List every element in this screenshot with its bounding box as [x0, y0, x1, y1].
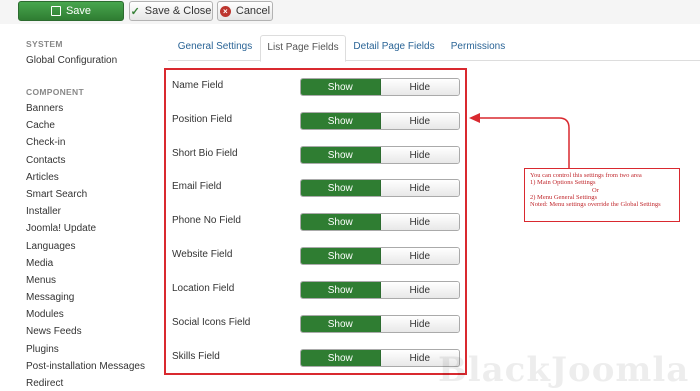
list-page-fields-panel: Name Field Show Hide Position Field Show…: [164, 68, 467, 375]
sidebar-item-check-in[interactable]: Check-in: [26, 137, 145, 154]
sidebar-item-post-installation-messages[interactable]: Post-installation Messages: [26, 361, 145, 378]
hide-option[interactable]: Hide: [380, 214, 459, 230]
sidebar-item-contacts[interactable]: Contacts: [26, 155, 145, 172]
toolbar: Save ✓ Save & Close × Cancel: [0, 0, 700, 24]
show-option[interactable]: Show: [301, 113, 381, 129]
sidebar-item-smart-search[interactable]: Smart Search: [26, 189, 145, 206]
field-label: Location Field: [172, 283, 235, 294]
show-option[interactable]: Show: [301, 147, 381, 163]
save-button[interactable]: Save: [18, 1, 124, 21]
tab-bar: General Settings List Page Fields Detail…: [168, 35, 700, 62]
show-hide-toggle: Show Hide: [300, 315, 460, 333]
hide-option[interactable]: Hide: [380, 316, 459, 332]
sidebar-heading-system: SYSTEM: [26, 39, 63, 49]
tab-detail-page-fields[interactable]: Detail Page Fields: [352, 35, 436, 61]
show-hide-toggle: Show Hide: [300, 78, 460, 96]
show-hide-toggle: Show Hide: [300, 281, 460, 299]
cancel-label: Cancel: [235, 5, 271, 17]
sidebar-item-redirect[interactable]: Redirect: [26, 378, 145, 391]
hide-option[interactable]: Hide: [380, 113, 459, 129]
field-row-name: Name Field Show Hide: [166, 70, 466, 104]
cancel-button[interactable]: × Cancel: [217, 1, 273, 21]
sidebar-item-messaging[interactable]: Messaging: [26, 292, 145, 309]
show-option[interactable]: Show: [301, 248, 381, 264]
annotation-line: You can control this settings from two a…: [530, 172, 642, 179]
tab-list-page-fields[interactable]: List Page Fields: [260, 35, 346, 62]
field-row-email: Email Field Show Hide: [166, 171, 466, 205]
field-label: Position Field: [172, 114, 233, 125]
tab-general-settings[interactable]: General Settings: [174, 35, 256, 61]
show-option[interactable]: Show: [301, 180, 381, 196]
sidebar-item-media[interactable]: Media: [26, 258, 145, 275]
show-hide-toggle: Show Hide: [300, 112, 460, 130]
annotation-line: 2) Menu General Settings: [530, 193, 597, 201]
watermark-logo: BlackJoomla: [438, 350, 690, 390]
show-option[interactable]: Show: [301, 350, 381, 366]
tab-permissions[interactable]: Permissions: [446, 35, 510, 61]
show-option[interactable]: Show: [301, 214, 381, 230]
field-row-skills: Skills Field Show Hide: [166, 341, 466, 375]
hide-option[interactable]: Hide: [380, 79, 459, 95]
sidebar-item-modules[interactable]: Modules: [26, 309, 145, 326]
field-row-short-bio: Short Bio Field Show Hide: [166, 138, 466, 172]
show-hide-toggle: Show Hide: [300, 247, 460, 265]
hide-option[interactable]: Hide: [380, 147, 459, 163]
field-label: Social Icons Field: [172, 317, 251, 328]
annotation-line: 1) Main Options Settings: [530, 179, 596, 187]
field-label: Phone No Field: [172, 215, 241, 226]
field-label: Short Bio Field: [172, 148, 238, 159]
hide-option[interactable]: Hide: [380, 282, 459, 298]
show-hide-toggle: Show Hide: [300, 349, 460, 367]
save-label: Save: [65, 5, 92, 17]
sidebar-item-menus[interactable]: Menus: [26, 275, 145, 292]
field-label: Name Field: [172, 80, 224, 91]
save-close-button[interactable]: ✓ Save & Close: [129, 1, 213, 21]
field-label: Skills Field: [172, 351, 220, 362]
sidebar-item-articles[interactable]: Articles: [26, 172, 145, 189]
cancel-icon: ×: [219, 5, 231, 17]
field-row-position: Position Field Show Hide: [166, 104, 466, 138]
sidebar-item-plugins[interactable]: Plugins: [26, 344, 145, 361]
show-hide-toggle: Show Hide: [300, 213, 460, 231]
sidebar-item-news-feeds[interactable]: News Feeds: [26, 326, 145, 343]
sidebar-item-cache[interactable]: Cache: [26, 120, 145, 137]
field-row-location: Location Field Show Hide: [166, 273, 466, 307]
sidebar-item-languages[interactable]: Languages: [26, 241, 145, 258]
sidebar-item-global-configuration[interactable]: Global Configuration: [26, 55, 117, 66]
field-label: Website Field: [172, 249, 233, 260]
sidebar-heading-component: COMPONENT: [26, 87, 84, 97]
show-option[interactable]: Show: [301, 316, 381, 332]
show-hide-toggle: Show Hide: [300, 146, 460, 164]
sidebar-item-installer[interactable]: Installer: [26, 206, 145, 223]
annotation-note: You can control this settings from two a…: [524, 168, 680, 222]
edit-icon: [50, 6, 61, 16]
field-row-social-icons: Social Icons Field Show Hide: [166, 307, 466, 341]
sidebar-item-joomla-update[interactable]: Joomla! Update: [26, 223, 145, 240]
hide-option[interactable]: Hide: [380, 248, 459, 264]
show-option[interactable]: Show: [301, 282, 381, 298]
field-row-website: Website Field Show Hide: [166, 239, 466, 273]
hide-option[interactable]: Hide: [380, 180, 459, 196]
check-icon: ✓: [130, 5, 140, 18]
sidebar-item-banners[interactable]: Banners: [26, 103, 145, 120]
field-label: Email Field: [172, 181, 222, 192]
sidebar-component-list: Banners Cache Check-in Contacts Articles…: [26, 103, 145, 391]
field-row-phone-no: Phone No Field Show Hide: [166, 205, 466, 239]
save-close-label: Save & Close: [144, 5, 212, 17]
show-hide-toggle: Show Hide: [300, 179, 460, 197]
show-option[interactable]: Show: [301, 79, 381, 95]
annotation-line: Or: [592, 186, 599, 194]
annotation-line: Noted: Menu settings override the Global…: [530, 201, 661, 209]
